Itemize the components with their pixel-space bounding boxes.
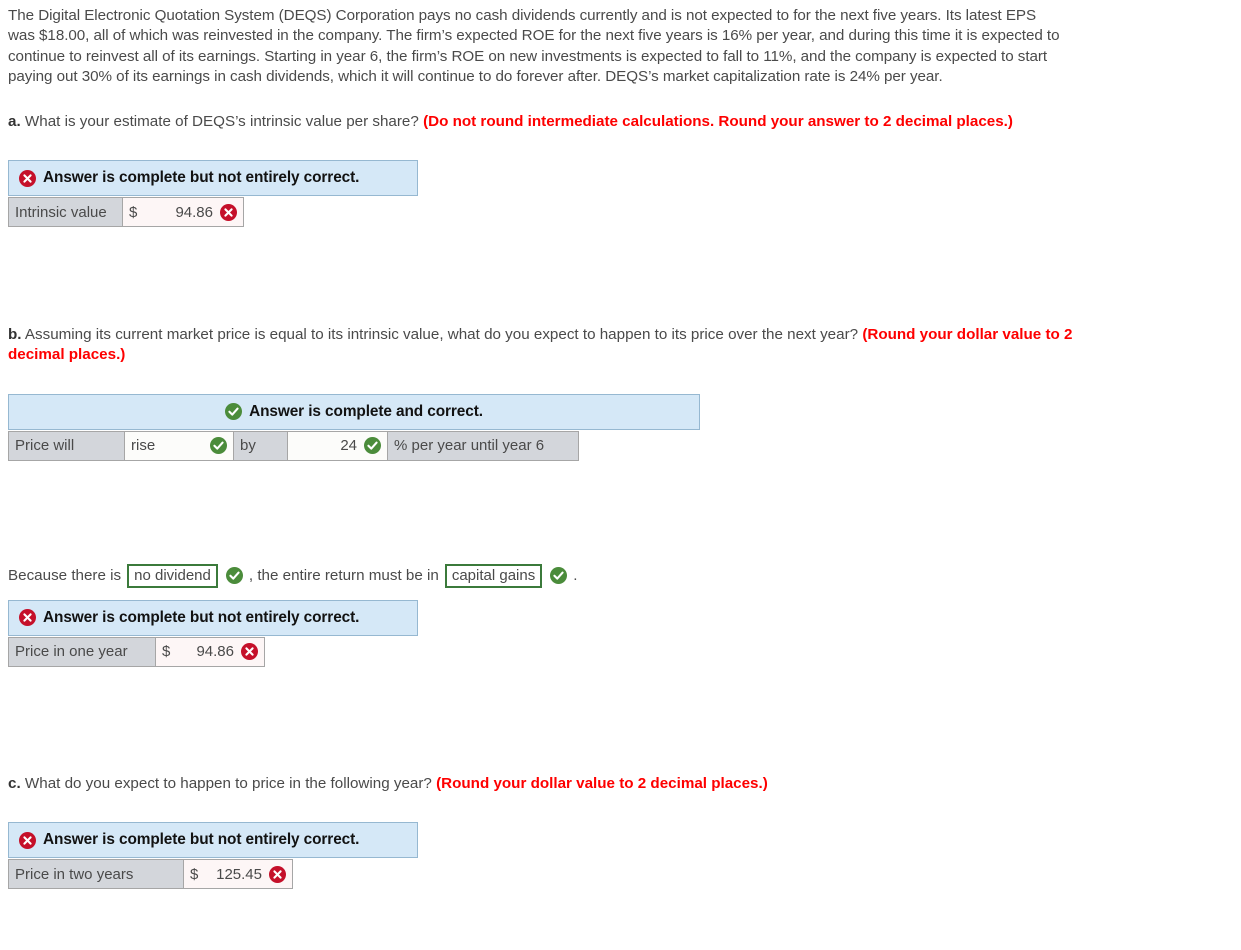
question-c: c. What do you expect to happen to price… [8,774,1073,794]
row-label-unit: % per year until year 6 [387,430,579,461]
question-b-letter: b. [8,326,22,344]
success-icon [550,567,568,585]
return-type-select[interactable]: capital gains [444,563,543,588]
assignment-page: The Digital Electronic Quotation System … [0,0,1241,890]
direction-select-value[interactable]: rise [131,437,210,454]
error-icon [269,865,286,883]
sentence-middle: , the entire return must be in [248,567,439,585]
error-icon [19,169,36,187]
row-label-by: by [233,430,288,461]
question-b: b. Assuming its current market price is … [8,325,1073,366]
row-label-price-one-year: Price in one year [8,636,156,667]
error-icon [19,609,36,627]
price-one-year-input[interactable]: 94.86 [170,643,234,660]
sentence-lead: Because there is [8,567,122,585]
status-banner-c: Answer is complete but not entirely corr… [8,822,418,859]
explanation-sentence: Because there is no dividend , the entir… [8,563,1241,589]
table-row: Price will rise by 24 % per year until y… [8,430,579,461]
question-c-text: What do you expect to happen to price in… [24,774,432,792]
direction-select-cell[interactable]: rise [124,430,234,461]
question-a-note: (Do not round intermediate calculations.… [423,112,1013,130]
answer-table-c: Price in two years $ 125.45 [8,859,293,890]
currency-symbol: $ [190,865,199,883]
table-row: Price in two years $ 125.45 [8,859,293,890]
price-two-years-input[interactable]: 125.45 [198,866,262,883]
question-c-note: (Round your dollar value to 2 decimal pl… [436,774,768,792]
error-icon [19,831,36,849]
question-b-text: Assuming its current market price is equ… [24,326,859,344]
table-row: Intrinsic value $ 94.86 [8,197,244,228]
currency-symbol: $ [162,643,171,661]
error-icon [241,643,258,661]
percent-input[interactable]: 24 [294,437,357,454]
status-banner-b2: Answer is complete but not entirely corr… [8,599,418,636]
answer-cell-price-two-years[interactable]: $ 125.45 [183,859,293,890]
question-a-text: What is your estimate of DEQS’s intrinsi… [24,112,419,130]
answer-table-b: Price will rise by 24 % per year until y… [8,430,579,461]
percent-input-cell[interactable]: 24 [287,430,388,461]
status-banner-a: Answer is complete but not entirely corr… [8,160,418,197]
answer-table-b2: Price in one year $ 94.86 [8,636,265,667]
status-banner-c-text: Answer is complete but not entirely corr… [43,831,360,849]
success-icon [225,403,243,421]
answer-cell-intrinsic-value[interactable]: $ 94.86 [122,197,244,228]
answer-table-a: Intrinsic value $ 94.86 [8,197,244,228]
intrinsic-value-input[interactable]: 94.86 [137,204,213,221]
error-icon [220,203,237,221]
table-row: Price in one year $ 94.86 [8,636,265,667]
row-label-intrinsic-value: Intrinsic value [8,197,123,228]
question-a-letter: a. [8,112,21,130]
success-icon [364,437,381,455]
sentence-end: . [573,567,578,585]
row-label-price-will: Price will [8,430,125,461]
status-banner-b2-text: Answer is complete but not entirely corr… [43,608,360,626]
status-banner-a-text: Answer is complete but not entirely corr… [43,169,360,187]
question-c-letter: c. [8,774,21,792]
dividend-select[interactable]: no dividend [127,563,218,588]
problem-statement: The Digital Electronic Quotation System … [8,7,1060,86]
status-banner-b: Answer is complete and correct. [8,393,700,430]
success-icon [225,567,243,585]
row-label-price-two-years: Price in two years [8,859,184,890]
status-banner-b-text: Answer is complete and correct. [249,402,483,420]
success-icon [210,437,227,455]
currency-symbol: $ [129,203,138,221]
question-a: a. What is your estimate of DEQS’s intri… [8,112,1073,132]
answer-cell-price-one-year[interactable]: $ 94.86 [155,636,265,667]
